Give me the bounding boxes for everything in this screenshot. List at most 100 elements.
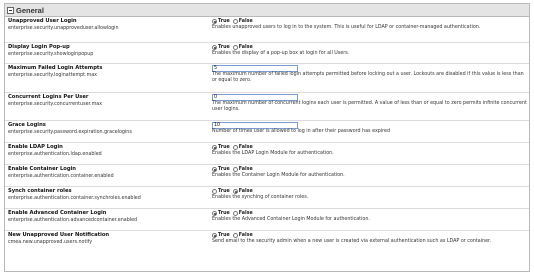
setting-description: Enables the Container Login Module for a… [212,173,345,178]
setting-label: Display Login Pop-up [8,44,70,50]
setting-name-cell: Synch container roles enterprise.authent… [5,187,208,208]
true-false-radio-group: True False [212,18,527,25]
true-radio[interactable] [212,167,217,172]
setting-label: Maximum Failed Login Attempts [8,65,103,71]
true-radio-label: True [218,189,230,194]
true-false-radio-group: True False [212,210,527,217]
setting-key: enterprise.authentication.advancedcontai… [8,218,138,223]
setting-name-cell: Grace Logins enterprise.security.passwor… [5,121,208,142]
setting-label: Synch container roles [8,188,72,194]
setting-key: enterprise.authentication.container.enab… [8,174,114,179]
false-radio[interactable] [232,189,238,194]
setting-key: enterprise.security.loginattempt.max [8,73,98,78]
false-radio-label: False [238,19,253,24]
true-false-radio-group: True False [212,232,527,239]
setting-label: Concurrent Logins Per User [8,94,89,100]
setting-value-cell: 10 Number of times user is allowed to lo… [208,121,529,142]
true-radio-label: True [218,145,230,150]
true-radio-label: True [218,167,230,172]
true-false-radio-group: True False [212,188,527,195]
setting-value-cell: True False Enables the LDAP Login Module… [208,143,529,164]
true-radio-label: True [218,233,230,238]
setting-label: Enable Advanced Container Login [8,210,107,216]
true-radio-label: True [218,211,230,216]
setting-value-cell: 5 The maximum number of failed login att… [208,64,529,92]
setting-key: enterprise.authentication.ldap.enabled [8,152,102,157]
setting-value-cell: True False Enables the display of a pop-… [208,43,529,63]
true-radio[interactable] [212,45,217,50]
false-radio-label: False [238,211,253,216]
true-false-radio-group: True False [212,166,527,173]
setting-row-grace-logins: Grace Logins enterprise.security.passwor… [5,121,529,143]
true-false-radio-group: True False [212,144,527,151]
setting-row-new-unapproved-user-notification: New Unapproved User Notification cmea.ne… [5,231,529,259]
false-radio[interactable] [232,167,238,172]
section-title: General [16,5,44,15]
setting-key: enterprise.security.password.expiration.… [8,130,132,135]
setting-label: New Unapproved User Notification [8,232,110,238]
true-radio[interactable] [212,145,217,150]
setting-row-unapproved-user-login: Unapproved User Login enterprise.securit… [5,17,529,43]
false-radio[interactable] [232,145,238,150]
setting-row-display-login-popup: Display Login Pop-up enterprise.security… [5,43,529,64]
true-radio[interactable] [212,189,217,194]
setting-key: enterprise.security.unapproveduser.allow… [8,26,119,31]
setting-value-cell: 0 The maximum number of concurrent login… [208,93,529,120]
true-radio[interactable] [212,211,217,216]
setting-label: Enable Container Login [8,166,77,172]
setting-key: cmea.new.unapproved.users.notify [8,240,93,245]
setting-description: Enables the display of a pop-up box at l… [212,51,350,56]
setting-key: enterprise.security.showloginpopup [8,52,94,57]
setting-row-concurrent-logins: Concurrent Logins Per User enterprise.se… [5,93,529,121]
setting-label: Enable LDAP Login [8,144,63,150]
setting-description: The maximum number of concurrent logins … [212,101,527,112]
setting-name-cell: Concurrent Logins Per User enterprise.se… [5,93,208,120]
general-settings-panel: General Unapproved User Login enterprise… [4,3,530,272]
false-radio-label: False [238,45,253,50]
false-radio[interactable] [232,211,238,216]
setting-row-enable-ldap-login: Enable LDAP Login enterprise.authenticat… [5,143,529,165]
setting-description: Number of times user is allowed to log i… [212,129,391,134]
setting-name-cell: Display Login Pop-up enterprise.security… [5,43,208,63]
false-radio-label: False [238,233,253,238]
setting-row-synch-container-roles: Synch container roles enterprise.authent… [5,187,529,209]
setting-label: Grace Logins [8,122,46,128]
setting-value-cell: True False Enables the synching of conta… [208,187,529,208]
setting-row-max-failed-login-attempts: Maximum Failed Login Attempts enterprise… [5,64,529,93]
setting-value-cell: True False Send email to the security ad… [208,231,529,259]
setting-row-enable-container-login: Enable Container Login enterprise.authen… [5,165,529,187]
concurrent-logins-input[interactable]: 0 [212,94,298,101]
false-radio[interactable] [232,19,238,24]
section-header[interactable]: General [5,4,529,17]
setting-row-enable-advanced-container-login: Enable Advanced Container Login enterpri… [5,209,529,231]
collapse-icon[interactable] [7,6,14,14]
max-failed-logins-input[interactable]: 5 [212,65,298,72]
true-radio-label: True [218,45,230,50]
setting-value-cell: True False Enables unapproved users to l… [208,17,529,42]
setting-key: enterprise.security.concurrentuser.max [8,102,103,107]
setting-key: enterprise.authentication.container.sync… [8,196,141,201]
setting-value-cell: True False Enables the Container Login M… [208,165,529,186]
setting-name-cell: Enable Advanced Container Login enterpri… [5,209,208,230]
grace-logins-input[interactable]: 10 [212,122,298,129]
true-radio-label: True [218,19,230,24]
setting-name-cell: Enable Container Login enterprise.authen… [5,165,208,186]
false-radio-label: False [238,145,253,150]
setting-label: Unapproved User Login [8,18,77,24]
setting-description: Enables the Advanced Container Login Mod… [212,217,370,222]
false-radio-label: False [238,167,253,172]
false-radio[interactable] [232,233,238,238]
false-radio-label: False [238,189,253,194]
setting-name-cell: Enable LDAP Login enterprise.authenticat… [5,143,208,164]
setting-description: Enables the LDAP Login Module for authen… [212,151,334,156]
setting-name-cell: Unapproved User Login enterprise.securit… [5,17,208,42]
false-radio[interactable] [232,45,238,50]
setting-description: Send email to the security admin when a … [212,239,492,244]
setting-description: Enables the synching of container roles. [212,195,309,200]
true-radio[interactable] [212,233,217,238]
true-radio[interactable] [212,19,217,24]
setting-description: Enables unapproved users to log in to th… [212,25,481,30]
setting-name-cell: New Unapproved User Notification cmea.ne… [5,231,208,259]
setting-name-cell: Maximum Failed Login Attempts enterprise… [5,64,208,92]
true-false-radio-group: True False [212,44,527,51]
